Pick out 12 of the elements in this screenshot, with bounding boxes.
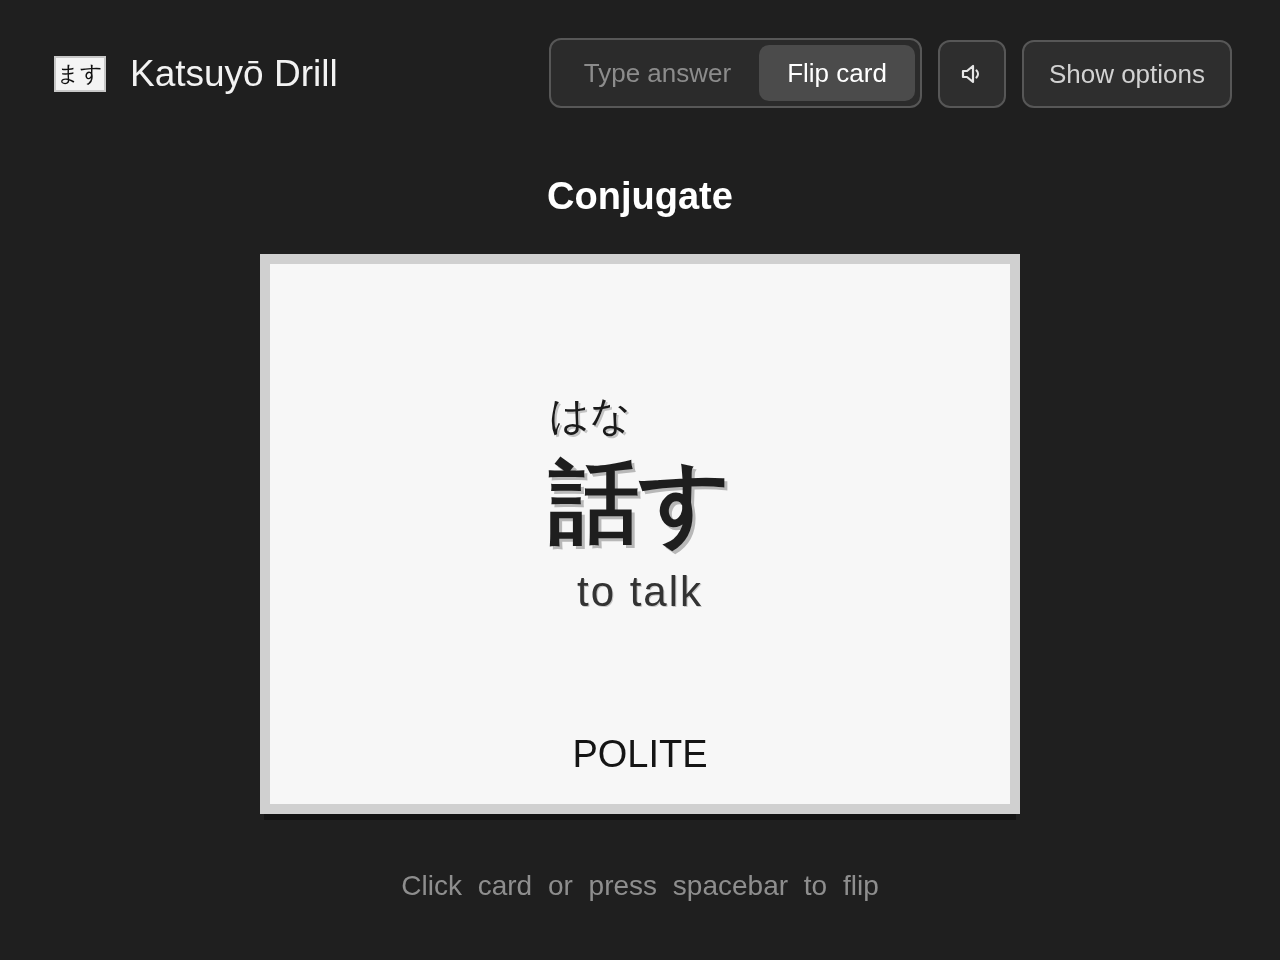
- prompt-heading: Conjugate: [547, 174, 733, 218]
- word-text: 話す: [549, 452, 731, 552]
- show-options-button[interactable]: Show options: [1021, 40, 1232, 108]
- app-title: Katsuyō Drill: [130, 53, 338, 95]
- mode-tab[interactable]: Type answer: [555, 45, 760, 101]
- meaning-text: to talk: [576, 568, 704, 616]
- mode-tab[interactable]: Flip card: [759, 45, 915, 101]
- sound-button[interactable]: [937, 40, 1006, 108]
- form-label: POLITE: [572, 732, 708, 777]
- hint-text: Click card or press spacebar to flip: [401, 870, 879, 902]
- furigana-text: はな: [549, 392, 631, 438]
- logo: ます: [54, 56, 106, 92]
